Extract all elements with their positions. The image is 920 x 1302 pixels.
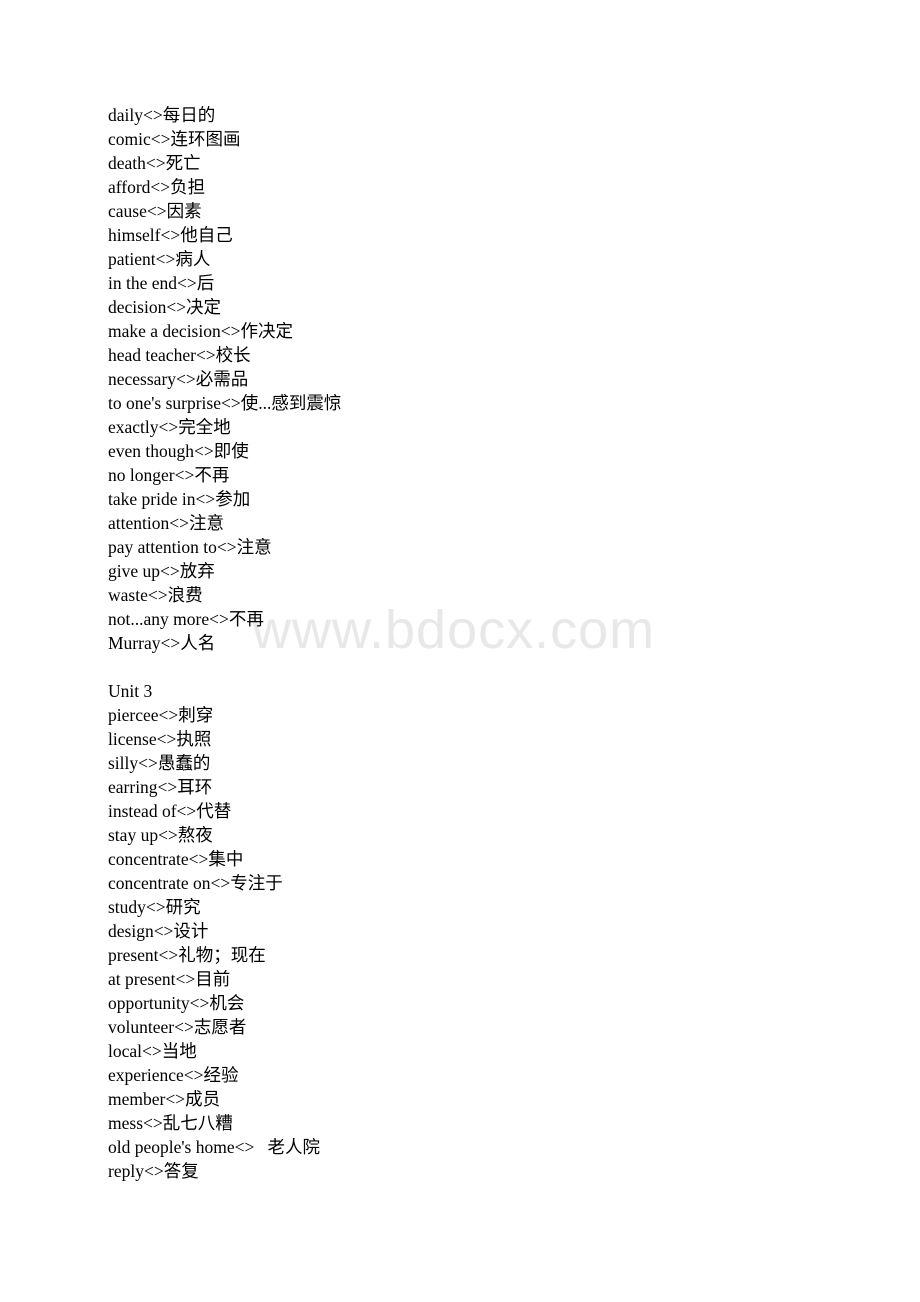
vocabulary-entry: to one's surprise<>使...感到震惊 [108,393,342,413]
vocabulary-entry: in the end<>后 [108,273,215,293]
vocabulary-entry: experience<>经验 [108,1065,239,1085]
vocabulary-entry: stay up<>熬夜 [108,825,213,845]
vocabulary-entry: death<>死亡 [108,153,201,173]
vocabulary-entry: decision<>决定 [108,297,222,317]
vocabulary-entry: daily<>每日的 [108,105,216,125]
vocabulary-entry: local<>当地 [108,1041,197,1061]
vocabulary-entry: exactly<>完全地 [108,417,231,437]
vocabulary-entry: reply<>答复 [108,1161,199,1181]
vocabulary-entry: present<>礼物；现在 [108,945,266,965]
vocabulary-entry: pay attention to<>注意 [108,537,272,557]
vocabulary-entry: himself<>他自己 [108,225,233,245]
vocabulary-list: daily<>每日的 comic<>连环图画 death<>死亡 afford<>负担… [108,103,868,1183]
vocabulary-entry: member<>成员 [108,1089,221,1109]
vocabulary-entry: volunteer<>志愿者 [108,1017,247,1037]
document-page: www.bdocx.com daily<>每日的 comic<>连环图画 death… [0,0,920,1302]
vocabulary-entry: waste<>浪费 [108,585,203,605]
unit-heading: Unit 3 [108,681,153,701]
vocabulary-entry: give up<>放弃 [108,561,215,581]
vocabulary-entry: make a decision<>作决定 [108,321,293,341]
vocabulary-entry: at present<>目前 [108,969,231,989]
vocabulary-entry: design<>设计 [108,921,209,941]
vocabulary-entry: take pride in<>参加 [108,489,251,509]
vocabulary-entry: old people's home<> 老人院 [108,1137,320,1157]
vocabulary-entry: study<>研究 [108,897,201,917]
vocabulary-entry: instead of<>代替 [108,801,232,821]
vocabulary-entry: license<>执照 [108,729,212,749]
vocabulary-entry: comic<>连环图画 [108,129,241,149]
vocabulary-entry: no longer<>不再 [108,465,230,485]
vocabulary-entry: cause<>因素 [108,201,202,221]
vocabulary-entry: mess<>乱七八糟 [108,1113,233,1133]
vocabulary-entry: silly<>愚蠢的 [108,753,211,773]
vocabulary-entry: patient<>病人 [108,249,211,269]
vocabulary-entry: necessary<>必需品 [108,369,249,389]
vocabulary-entry: Murray<>人名 [108,633,216,653]
vocabulary-entry: afford<>负担 [108,177,206,197]
vocabulary-entry: opportunity<>机会 [108,993,245,1013]
vocabulary-entry: concentrate<>集中 [108,849,244,869]
vocabulary-entry: concentrate on<>专注于 [108,873,283,893]
vocabulary-entry: attention<>注意 [108,513,224,533]
vocabulary-entry: even though<>即使 [108,441,249,461]
vocabulary-entry: piercee<>刺穿 [108,705,214,725]
vocabulary-entry: head teacher<>校长 [108,345,251,365]
vocabulary-entry: earring<>耳环 [108,777,213,797]
vocabulary-entry: not...any more<>不再 [108,609,264,629]
